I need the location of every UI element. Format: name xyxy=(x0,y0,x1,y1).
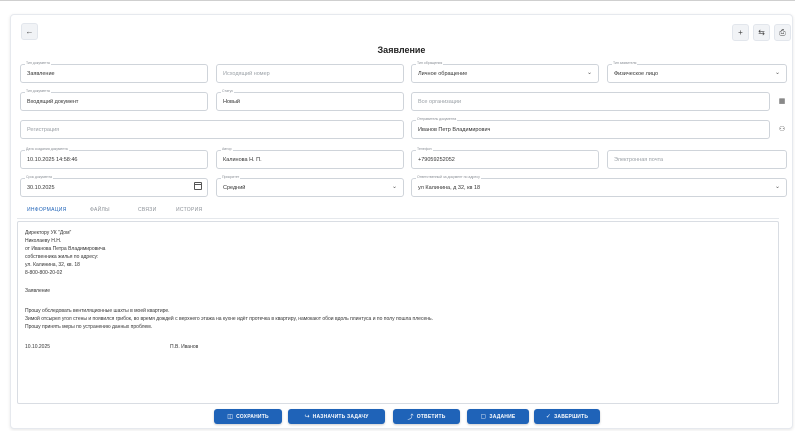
tab-information[interactable]: ИНФОРМАЦИЯ xyxy=(27,204,67,219)
field-label: Дата создания документа xyxy=(25,147,69,152)
editor-line: Заявление xyxy=(25,288,51,294)
field-label: Тип документа xyxy=(25,89,51,94)
calendar-icon[interactable] xyxy=(194,182,202,190)
field-value: Заявление xyxy=(27,71,55,77)
reply-icon: ⤴ xyxy=(407,415,414,421)
doc-type-field[interactable]: Тип документа Заявление xyxy=(20,61,208,83)
button-label: ЗАВЕРШИТЬ xyxy=(554,413,589,420)
field-value: Калинова Н. П. xyxy=(223,157,262,163)
outgoing-number-field[interactable]: Исходящий номер xyxy=(216,64,404,83)
print-icon[interactable]: ⎙ xyxy=(774,24,791,41)
due-date-field[interactable]: Срок документа 30.10.2025 xyxy=(20,175,208,197)
field-label: Приоритет xyxy=(221,175,241,180)
editor-line: Зимой отсырел угол стены и появился гриб… xyxy=(25,316,433,322)
field-value: Иванов Петр Владимирович xyxy=(418,127,491,133)
email-field[interactable]: Электронная почта xyxy=(607,150,787,169)
task-button[interactable]: ▢ ЗАДАНИЕ xyxy=(467,409,529,424)
chevron-down-icon: ⌄ xyxy=(774,70,780,76)
organization-field[interactable]: Все организации xyxy=(411,92,770,111)
task-icon: ▢ xyxy=(480,414,487,420)
button-label: СОХРАНИТЬ xyxy=(236,413,269,420)
field-label: Отправитель документа xyxy=(416,117,458,122)
chevron-down-icon: ⌄ xyxy=(774,184,780,190)
document-text-editor[interactable]: Директору УК "Дом" Николаеву Н.Н. от Ива… xyxy=(17,221,779,404)
field-label: Автор xyxy=(221,147,233,152)
doc-kind-field[interactable]: Тип документа Входящий документ xyxy=(20,89,208,111)
link-icon[interactable]: ⇆ xyxy=(753,24,770,41)
tab-history[interactable]: ИСТОРИЯ xyxy=(176,204,202,218)
field-label: Ответственный за документ по адресу xyxy=(416,175,481,180)
tab-files[interactable]: ФАЙЛЫ xyxy=(90,204,110,218)
organization-icon[interactable]: ▦ xyxy=(777,96,787,106)
field-placeholder: Исходящий номер xyxy=(223,71,270,77)
field-placeholder: Регистрация xyxy=(27,127,60,133)
editor-line: собственника жилья по адресу: xyxy=(25,254,99,260)
button-label: ЗАДАНИЕ xyxy=(489,413,516,420)
tab-links[interactable]: СВЯЗИ xyxy=(138,204,157,218)
registration-field[interactable]: Регистрация xyxy=(20,120,404,139)
reply-button[interactable]: ⤴ ОТВЕТИТЬ xyxy=(393,409,460,424)
field-value: +79059252052 xyxy=(418,157,455,163)
field-label: Телефон xyxy=(416,147,433,152)
editor-line: ул. Калинина, 32, кв. 18 xyxy=(25,262,80,268)
save-icon: ◫ xyxy=(227,414,234,420)
tab-divider xyxy=(17,218,779,219)
author-field[interactable]: Автор Калинова Н. П. xyxy=(216,147,404,169)
editor-date: 10.10.2025 xyxy=(25,344,51,350)
field-value: 30.10.2025 xyxy=(27,185,55,191)
button-label: ОТВЕТИТЬ xyxy=(416,413,446,420)
field-value: Входящий документ xyxy=(27,99,79,105)
assign-icon: ↪ xyxy=(304,414,310,420)
top-border xyxy=(0,0,795,1)
editor-line: Николаеву Н.Н. xyxy=(25,238,62,244)
editor-line: Прошу принять меры по устранению данных … xyxy=(25,324,153,330)
editor-line: Директору УК "Дом" xyxy=(25,230,72,236)
chevron-down-icon: ⌄ xyxy=(391,184,397,190)
field-value: ул Калинина, д 32, кв 18 xyxy=(418,185,481,191)
editor-line: 8-800-800-20-02 xyxy=(25,270,63,276)
field-value: 10.10.2025 14:58:46 xyxy=(27,157,78,163)
field-placeholder: Все организации xyxy=(418,99,462,105)
field-label: Срок документа xyxy=(25,175,53,180)
person-icon[interactable]: ⚇ xyxy=(777,124,787,134)
field-placeholder: Электронная почта xyxy=(614,157,664,163)
editor-line: от Иванова Петра Владимировича xyxy=(25,246,106,252)
appeal-type-select[interactable]: Тип обращения Личное обращение ⌄ xyxy=(411,61,599,83)
page-title: Заявление xyxy=(377,45,426,55)
field-value: Новый xyxy=(223,99,240,105)
sender-field[interactable]: Отправитель документа Иванов Петр Владим… xyxy=(411,117,770,139)
field-value: Личное обращение xyxy=(418,71,468,77)
field-label: Тип обращения xyxy=(416,61,444,66)
applicant-type-select[interactable]: Тип заявителя Физическое лицо ⌄ xyxy=(607,61,787,83)
check-icon: ✓ xyxy=(545,414,552,420)
priority-select[interactable]: Приоритет Средний ⌄ xyxy=(216,175,404,197)
created-at-field[interactable]: Дата создания документа 10.10.2025 14:58… xyxy=(20,147,208,169)
editor-signature: П.В. Иванов xyxy=(170,344,199,350)
field-label: Тип документа xyxy=(25,61,51,66)
phone-field[interactable]: Телефон +79059252052 xyxy=(411,147,599,169)
add-icon[interactable]: + xyxy=(732,24,749,41)
address-select[interactable]: Ответственный за документ по адресу ул К… xyxy=(411,175,787,197)
button-label: НАЗНАЧИТЬ ЗАДАЧУ xyxy=(312,413,369,420)
status-field[interactable]: Статус Новый xyxy=(216,89,404,111)
field-label: Тип заявителя xyxy=(612,61,638,66)
assign-task-button[interactable]: ↪ НАЗНАЧИТЬ ЗАДАЧУ xyxy=(288,409,385,424)
chevron-down-icon: ⌄ xyxy=(586,70,592,76)
field-value: Средний xyxy=(223,185,246,191)
field-value: Физическое лицо xyxy=(614,71,659,77)
complete-button[interactable]: ✓ ЗАВЕРШИТЬ xyxy=(534,409,600,424)
editor-line: Прошу обследовать вентиляционные шахты в… xyxy=(25,308,170,314)
arrow-left-icon[interactable]: ← xyxy=(21,23,38,40)
save-button[interactable]: ◫ СОХРАНИТЬ xyxy=(214,409,282,424)
field-label: Статус xyxy=(221,89,235,94)
